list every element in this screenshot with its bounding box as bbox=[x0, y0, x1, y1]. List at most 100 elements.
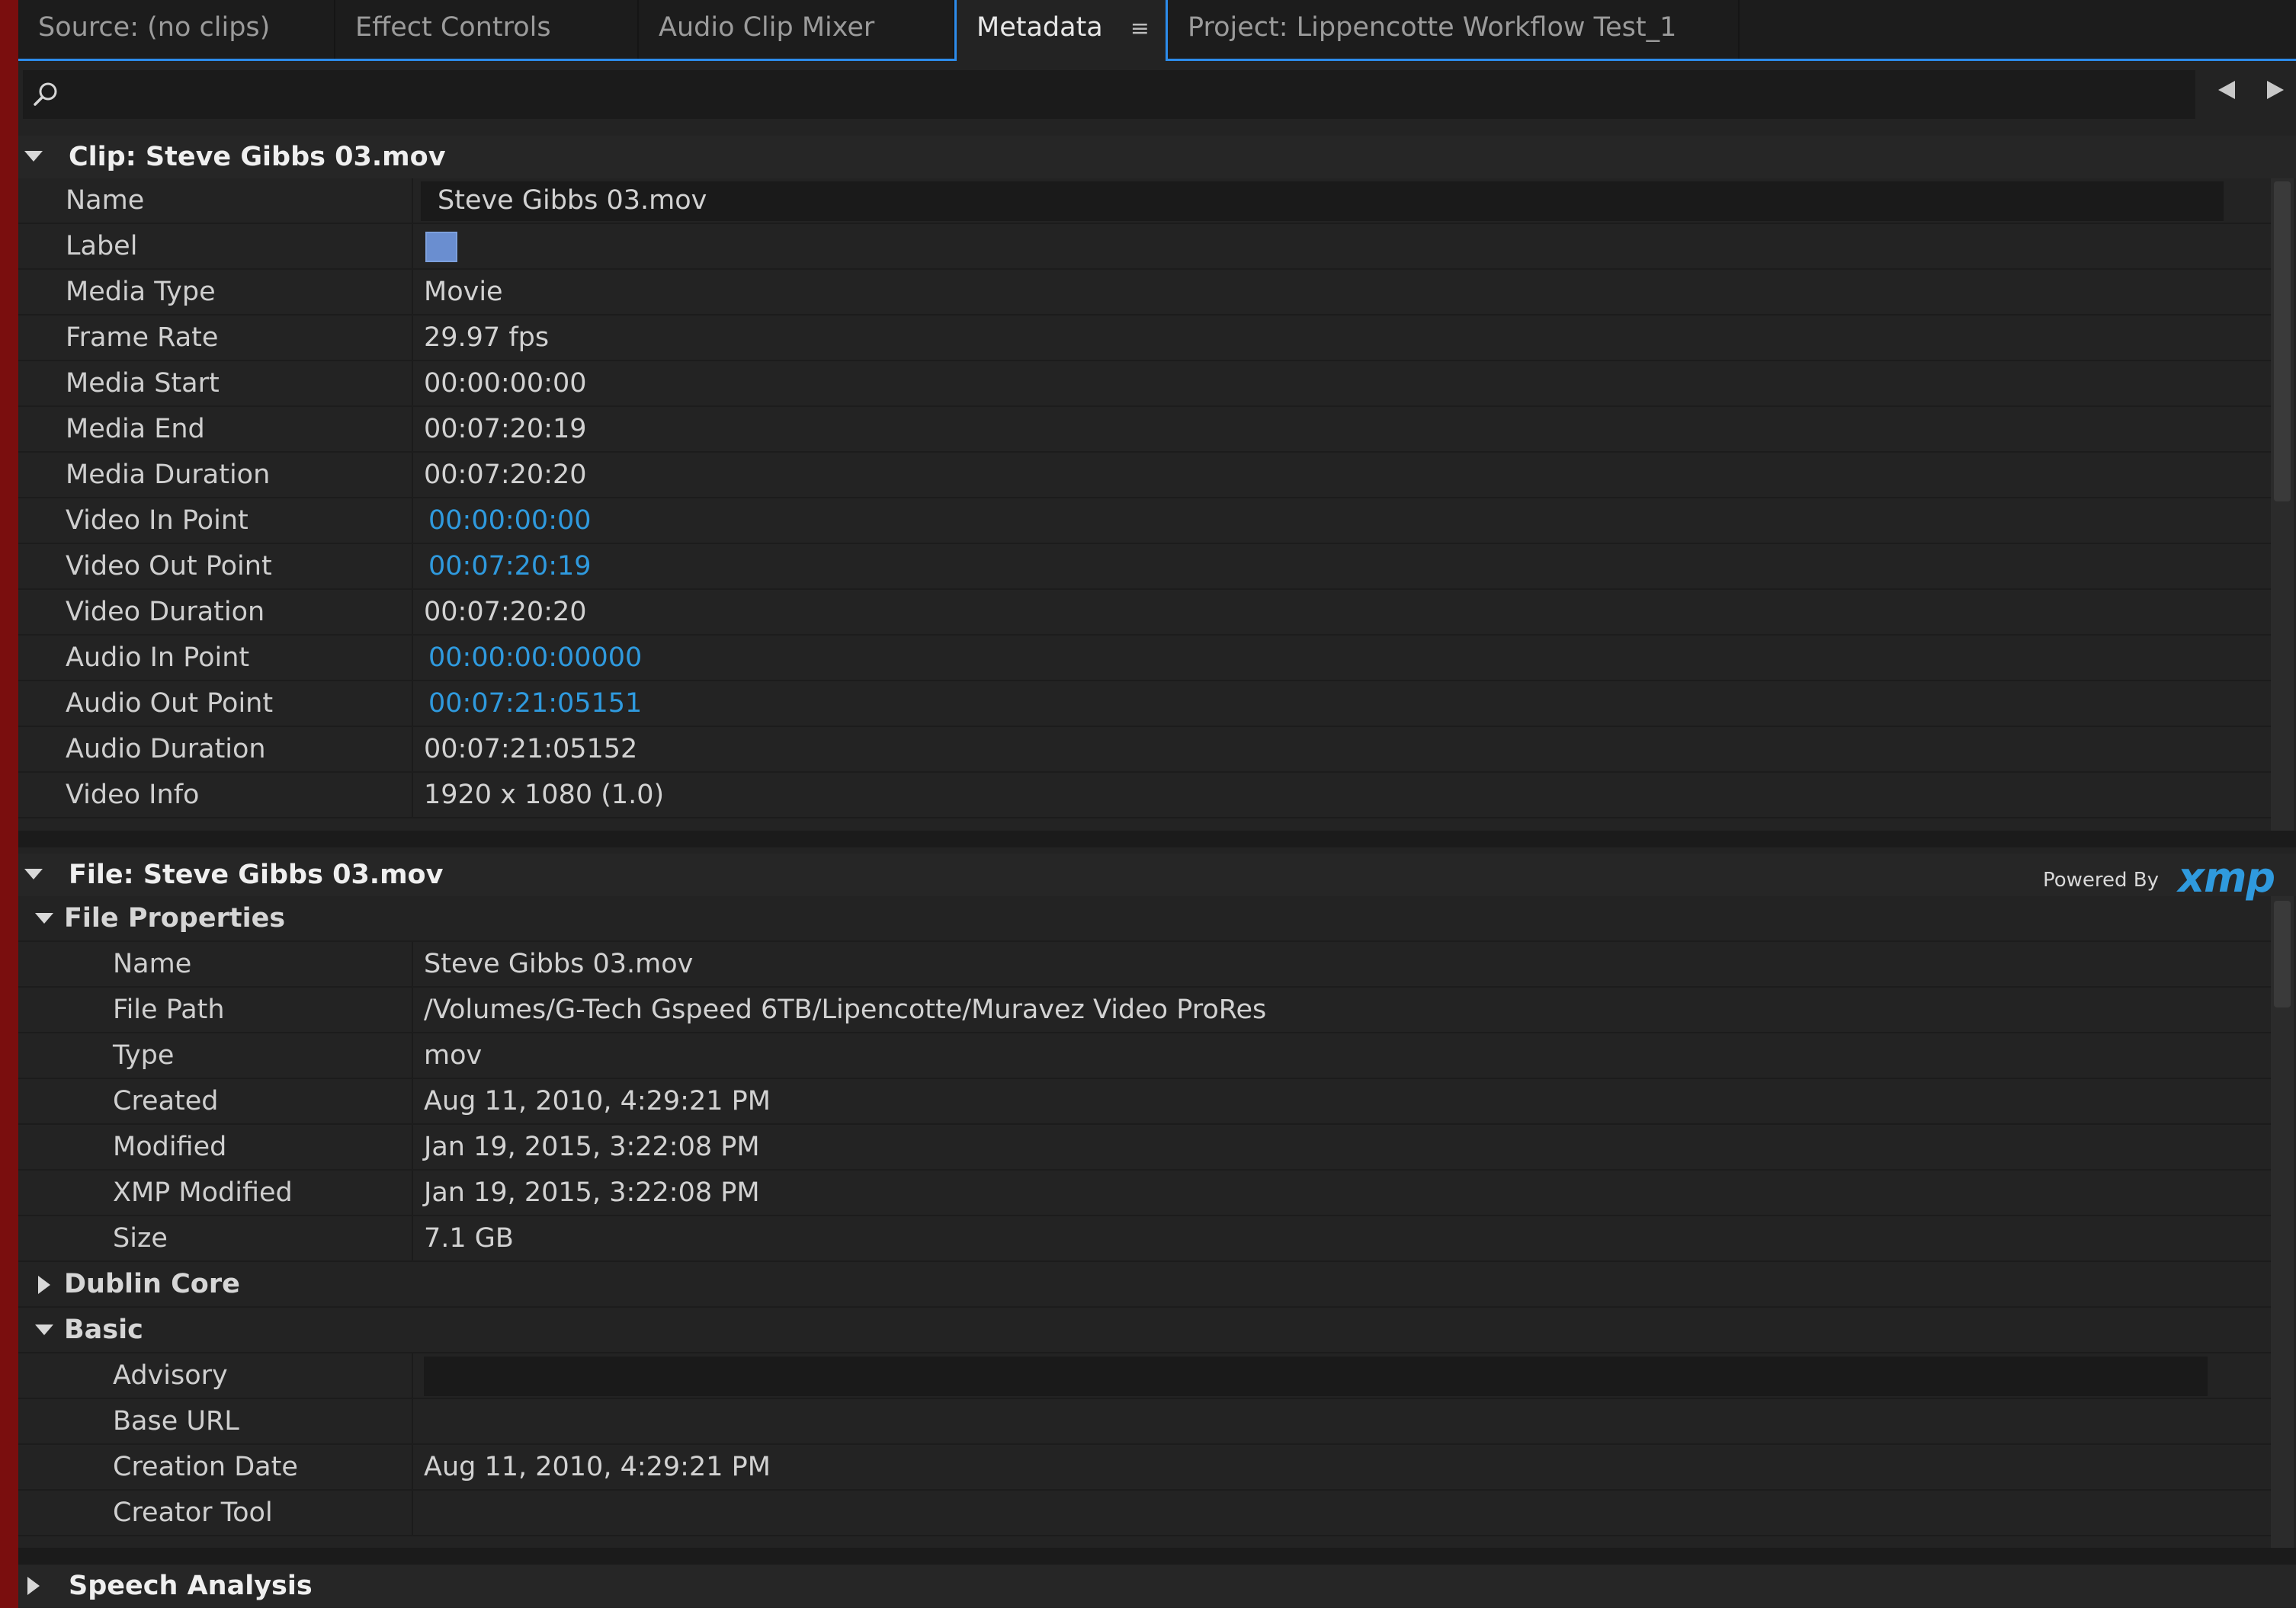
row-value: /Volumes/G-Tech Gspeed 6TB/Lipencotte/Mu… bbox=[424, 995, 1267, 1025]
next-arrow-icon[interactable] bbox=[2262, 78, 2287, 102]
clip-properties-list: Name Steve Gibbs 03.mov Label Media Type… bbox=[18, 178, 2271, 831]
dublin-core-header[interactable]: Dublin Core bbox=[18, 1262, 2271, 1308]
row-key: Media Duration bbox=[18, 453, 413, 497]
clip-row-frame-rate: Frame Rate 29.97 fps bbox=[18, 316, 2271, 361]
section-divider[interactable] bbox=[18, 1548, 2296, 1565]
file-row-xmp-modified: XMP Modified Jan 19, 2015, 3:22:08 PM bbox=[18, 1171, 2271, 1216]
row-value: Aug 11, 2010, 4:29:21 PM bbox=[424, 1086, 771, 1116]
clip-row-video-out-point: Video Out Point 00:07:20:19 bbox=[18, 544, 2271, 590]
file-row-size: Size 7.1 GB bbox=[18, 1216, 2271, 1262]
tab-effect-controls-label: Effect Controls bbox=[355, 12, 551, 43]
file-scroll-thumb[interactable] bbox=[2274, 901, 2291, 1007]
video-in-point-timecode[interactable]: 00:00:00:00 bbox=[428, 498, 592, 543]
clip-scroll-thumb[interactable] bbox=[2274, 181, 2291, 501]
row-value: Jan 19, 2015, 3:22:08 PM bbox=[424, 1132, 760, 1162]
row-key: Media End bbox=[18, 407, 413, 451]
file-properties-title: File Properties bbox=[64, 903, 286, 934]
dublin-core-title: Dublin Core bbox=[64, 1269, 240, 1299]
row-key: Audio Out Point bbox=[18, 681, 413, 726]
clip-row-label: Label bbox=[18, 224, 2271, 270]
collapse-triangle-icon[interactable] bbox=[23, 146, 44, 168]
collapse-triangle-icon[interactable] bbox=[34, 908, 55, 930]
row-value: 00:00:00:00 bbox=[424, 368, 587, 399]
audio-in-point-timecode[interactable]: 00:00:00:00000 bbox=[428, 636, 642, 680]
clip-section-title: Clip: Steve Gibbs 03.mov bbox=[69, 142, 446, 172]
row-key: XMP Modified bbox=[18, 1171, 413, 1215]
xmp-logo: xmp bbox=[2178, 854, 2275, 902]
background-edge bbox=[0, 0, 18, 1608]
clip-row-media-type: Media Type Movie bbox=[18, 270, 2271, 316]
row-value: 00:07:20:20 bbox=[424, 460, 587, 490]
clip-row-audio-out-point: Audio Out Point 00:07:21:05151 bbox=[18, 681, 2271, 727]
collapse-triangle-icon[interactable] bbox=[23, 864, 44, 886]
file-row-file-path: File Path /Volumes/G-Tech Gspeed 6TB/Lip… bbox=[18, 988, 2271, 1033]
clip-row-audio-in-point: Audio In Point 00:00:00:00000 bbox=[18, 636, 2271, 681]
clip-row-media-end: Media End 00:07:20:19 bbox=[18, 407, 2271, 453]
speech-analysis-header[interactable]: Speech Analysis bbox=[18, 1565, 2296, 1607]
row-key: Type bbox=[18, 1033, 413, 1078]
section-divider[interactable] bbox=[18, 831, 2296, 847]
file-section-title: File: Steve Gibbs 03.mov bbox=[69, 860, 444, 890]
clip-scrollbar[interactable] bbox=[2271, 178, 2294, 831]
basic-row-creation-date: Creation Date Aug 11, 2010, 4:29:21 PM bbox=[18, 1445, 2271, 1491]
tab-project[interactable]: Project: Lippencotte Workflow Test_1 bbox=[1168, 0, 1740, 59]
advisory-field[interactable] bbox=[424, 1357, 2208, 1396]
previous-arrow-icon[interactable] bbox=[2215, 78, 2240, 102]
metadata-panel: Source: (no clips) Effect Controls Audio… bbox=[18, 0, 2296, 1608]
row-value: Movie bbox=[424, 277, 503, 307]
file-properties-header[interactable]: File Properties bbox=[18, 896, 2271, 942]
row-value: Jan 19, 2015, 3:22:08 PM bbox=[424, 1177, 760, 1208]
row-key: Label bbox=[18, 224, 413, 268]
row-value: Steve Gibbs 03.mov bbox=[424, 949, 694, 979]
tab-audio-clip-mixer-label: Audio Clip Mixer bbox=[659, 12, 875, 43]
label-color-swatch[interactable] bbox=[425, 232, 457, 262]
row-key: Modified bbox=[18, 1125, 413, 1169]
collapse-triangle-icon[interactable] bbox=[34, 1320, 55, 1341]
row-key: Media Type bbox=[18, 270, 413, 314]
clip-row-media-duration: Media Duration 00:07:20:20 bbox=[18, 453, 2271, 498]
audio-out-point-timecode[interactable]: 00:07:21:05151 bbox=[428, 681, 642, 726]
row-key: Advisory bbox=[18, 1353, 413, 1398]
expand-triangle-icon[interactable] bbox=[34, 1274, 55, 1296]
row-key: Video Info bbox=[18, 773, 413, 817]
expand-triangle-icon[interactable] bbox=[23, 1575, 44, 1597]
panel-menu-icon[interactable]: ≡ bbox=[1130, 15, 1150, 42]
tab-source[interactable]: Source: (no clips) bbox=[18, 0, 335, 59]
row-key: Name bbox=[18, 942, 413, 986]
file-properties-list: File Properties Name Steve Gibbs 03.mov … bbox=[18, 896, 2271, 1548]
row-key: Media Start bbox=[18, 361, 413, 405]
row-key: File Path bbox=[18, 988, 413, 1032]
basic-row-creator-tool: Creator Tool bbox=[18, 1491, 2271, 1536]
row-value: 29.97 fps bbox=[424, 322, 550, 353]
tab-audio-clip-mixer[interactable]: Audio Clip Mixer bbox=[639, 0, 954, 59]
tab-source-label: Source: (no clips) bbox=[38, 12, 271, 43]
speech-analysis-title: Speech Analysis bbox=[69, 1571, 313, 1601]
tab-effect-controls[interactable]: Effect Controls bbox=[335, 0, 639, 59]
clip-row-audio-duration: Audio Duration 00:07:21:05152 bbox=[18, 727, 2271, 773]
file-row-modified: Modified Jan 19, 2015, 3:22:08 PM bbox=[18, 1125, 2271, 1171]
panel-tab-bar: Source: (no clips) Effect Controls Audio… bbox=[18, 0, 2296, 61]
row-key: Created bbox=[18, 1079, 413, 1123]
row-key: Name bbox=[18, 178, 413, 223]
row-value: Aug 11, 2010, 4:29:21 PM bbox=[424, 1452, 771, 1482]
file-row-name: Name Steve Gibbs 03.mov bbox=[18, 942, 2271, 988]
tab-metadata[interactable]: Metadata ≡ bbox=[954, 0, 1168, 61]
row-key: Creator Tool bbox=[18, 1491, 413, 1535]
window-frame: Source: (no clips) Effect Controls Audio… bbox=[0, 0, 2296, 1608]
row-value: Steve Gibbs 03.mov bbox=[438, 185, 707, 216]
row-value: 7.1 GB bbox=[424, 1223, 514, 1254]
search-input[interactable] bbox=[23, 70, 2195, 119]
clip-row-video-duration: Video Duration 00:07:20:20 bbox=[18, 590, 2271, 636]
file-scrollbar[interactable] bbox=[2271, 896, 2294, 1548]
file-row-created: Created Aug 11, 2010, 4:29:21 PM bbox=[18, 1079, 2271, 1125]
row-key: Video Duration bbox=[18, 590, 413, 634]
basic-header[interactable]: Basic bbox=[18, 1308, 2271, 1353]
row-value: 00:07:20:19 bbox=[424, 414, 587, 444]
clip-row-video-info: Video Info 1920 x 1080 (1.0) bbox=[18, 773, 2271, 818]
tab-project-label: Project: Lippencotte Workflow Test_1 bbox=[1188, 12, 1677, 43]
file-section-header[interactable]: File: Steve Gibbs 03.mov Powered By xmp bbox=[18, 854, 2296, 902]
row-key: Audio In Point bbox=[18, 636, 413, 680]
basic-row-base-url: Base URL bbox=[18, 1399, 2271, 1445]
clip-section-header[interactable]: Clip: Steve Gibbs 03.mov bbox=[18, 136, 2296, 178]
video-out-point-timecode[interactable]: 00:07:20:19 bbox=[428, 544, 592, 588]
